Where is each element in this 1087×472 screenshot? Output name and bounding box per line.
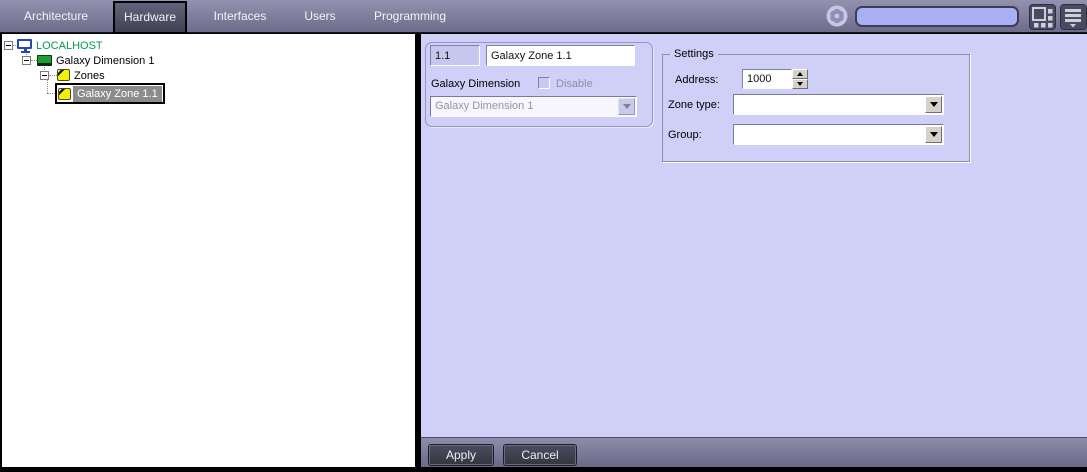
group-dropdown[interactable] xyxy=(733,124,944,145)
tree-connector xyxy=(47,80,48,93)
computer-icon xyxy=(17,39,33,53)
group-label: Group: xyxy=(668,129,702,141)
chevron-down-icon xyxy=(618,98,635,115)
tree-item-galaxy-dimension[interactable]: Galaxy Dimension 1 xyxy=(56,55,154,67)
tree-item-galaxy-zone-selected[interactable]: Galaxy Zone 1.1 xyxy=(55,83,165,104)
layout-button[interactable] xyxy=(1029,4,1056,30)
tree-item-label: Galaxy Zone 1.1 xyxy=(73,85,162,102)
chevron-down-icon[interactable] xyxy=(925,126,942,143)
spinner-up-button[interactable] xyxy=(792,69,808,79)
zone-type-dropdown[interactable] xyxy=(733,94,944,115)
tab-architecture[interactable]: Architecture xyxy=(18,0,94,33)
tab-users[interactable]: Users xyxy=(292,0,348,33)
id-field[interactable] xyxy=(430,45,480,66)
top-menu-bar: Architecture Hardware Interfaces Users P… xyxy=(0,0,1087,34)
tree-connector xyxy=(47,93,55,94)
disable-checkbox xyxy=(538,77,550,89)
search-input[interactable] xyxy=(855,6,1019,27)
tab-interfaces[interactable]: Interfaces xyxy=(206,0,274,33)
tree-item-zones[interactable]: Zones xyxy=(74,70,105,82)
application-window: Architecture Hardware Interfaces Users P… xyxy=(0,0,1087,472)
parent-dropdown: Galaxy Dimension 1 xyxy=(430,96,637,117)
name-field[interactable] xyxy=(486,45,635,66)
expand-toggle-galaxy-dimension[interactable] xyxy=(22,56,31,65)
gear-icon[interactable] xyxy=(826,5,848,27)
zone-icon xyxy=(57,69,70,81)
menu-button[interactable] xyxy=(1060,4,1087,30)
tree-item-localhost[interactable]: LOCALHOST xyxy=(36,40,103,52)
tree-connector xyxy=(49,75,57,76)
address-spinner xyxy=(792,69,808,89)
window-bottom-border xyxy=(0,467,1087,472)
settings-legend: Settings xyxy=(670,48,718,60)
layout-grid-icon xyxy=(1032,7,1053,28)
zone-icon xyxy=(58,87,71,100)
address-input[interactable] xyxy=(742,69,792,89)
apply-button[interactable]: Apply xyxy=(428,444,494,466)
disable-label: Disable xyxy=(556,78,593,90)
parent-dropdown-value: Galaxy Dimension 1 xyxy=(435,100,534,112)
expand-toggle-localhost[interactable] xyxy=(4,41,13,50)
cancel-button[interactable]: Cancel xyxy=(503,444,577,466)
tab-hardware[interactable]: Hardware xyxy=(113,1,187,34)
board-icon xyxy=(37,55,52,66)
expand-toggle-zones[interactable] xyxy=(40,71,49,80)
spinner-down-button[interactable] xyxy=(792,79,808,89)
address-label: Address: xyxy=(675,74,719,86)
tab-programming[interactable]: Programming xyxy=(368,0,452,33)
menu-icon xyxy=(1065,9,1081,28)
zone-type-label: Zone type: xyxy=(668,99,720,111)
chevron-down-icon[interactable] xyxy=(925,96,942,113)
parent-label: Galaxy Dimension xyxy=(431,78,521,90)
